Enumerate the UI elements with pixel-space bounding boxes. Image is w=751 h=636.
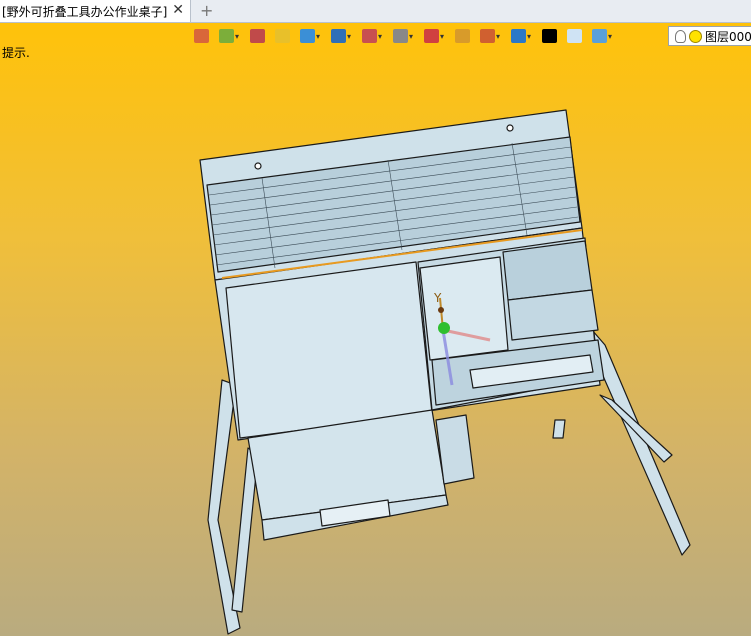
right-leg [591, 329, 691, 556]
3d-model-folding-desk[interactable]: Y [0, 0, 751, 636]
desk-left-panel [225, 261, 433, 439]
lid-screw-left [254, 162, 262, 170]
lid-screw-right [506, 124, 514, 132]
triad-y-label: Y [433, 291, 442, 305]
triad-origin [438, 322, 450, 334]
triad-handle [438, 307, 444, 313]
foot-stopper [552, 419, 566, 439]
inner-box [419, 256, 509, 361]
